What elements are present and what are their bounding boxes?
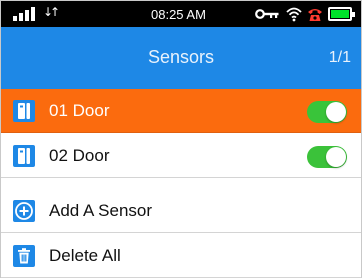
sensor-toggle[interactable] — [307, 101, 347, 123]
battery-level — [331, 10, 349, 18]
signal-strength-icon — [13, 7, 35, 21]
status-time: 08:25 AM — [151, 7, 206, 22]
delete-all-label: Delete All — [49, 246, 121, 265]
toggle-knob — [326, 147, 346, 167]
sensor-row-02-door[interactable]: 02 Door — [1, 134, 361, 178]
status-bar: ↓↑ 08:25 AM — [1, 1, 361, 27]
delete-all-button[interactable]: Delete All — [1, 234, 361, 278]
data-transfer-icon: ↓↑ — [43, 5, 60, 19]
sensor-row-01-door[interactable]: 01 Door — [1, 89, 361, 133]
sensor-label: 01 Door — [49, 101, 110, 120]
toggle-knob — [326, 102, 346, 122]
plus-circle-icon — [13, 200, 35, 222]
add-sensor-button[interactable]: Add A Sensor — [1, 189, 361, 233]
wifi-icon — [286, 7, 302, 22]
phone-alert-icon — [308, 9, 322, 21]
app-frame: ↓↑ 08:25 AM Sensors 1/1 01 Door 02 Door … — [0, 0, 362, 278]
page-title: Sensors — [147, 47, 215, 67]
door-sensor-icon — [13, 145, 35, 167]
header-bar: Sensors 1/1 — [1, 27, 361, 89]
key-icon — [255, 9, 279, 19]
add-sensor-label: Add A Sensor — [49, 201, 153, 220]
page-indicator: 1/1 — [328, 49, 351, 66]
trash-icon — [13, 245, 35, 267]
sensor-label: 02 Door — [49, 146, 110, 165]
door-sensor-icon — [13, 100, 35, 122]
battery-icon — [328, 7, 355, 21]
sensor-toggle[interactable] — [307, 146, 347, 168]
